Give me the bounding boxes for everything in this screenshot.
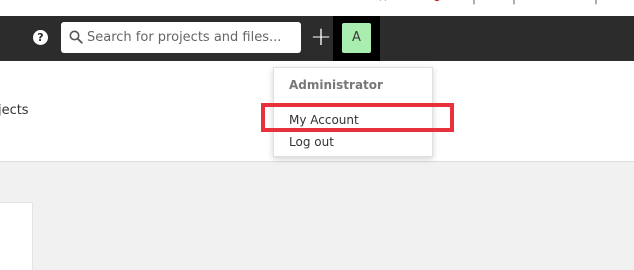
projects-heading[interactable]: ojects (0, 103, 29, 118)
search-box[interactable] (61, 22, 301, 53)
help-icon[interactable]: ? (33, 30, 48, 45)
search-input[interactable] (87, 22, 297, 53)
dropdown-header-username: Administrator (289, 78, 383, 92)
browser-toolbar-strip: ☆ ● │ │ │ (0, 0, 634, 16)
search-icon (69, 30, 83, 44)
highlight-annotation (261, 103, 454, 132)
log-out-menu-item[interactable]: Log out (289, 135, 334, 149)
add-new-button[interactable]: + (309, 24, 333, 52)
toolbar-separator: │ (470, 0, 478, 5)
extension-icon[interactable]: ● (433, 0, 441, 5)
toolbar-separator: │ (510, 0, 518, 5)
account-menu-toggle[interactable]: A (333, 16, 380, 61)
toolbar-separator: │ (592, 0, 600, 5)
content-card (0, 202, 33, 270)
avatar[interactable]: A (342, 23, 371, 53)
top-navbar: ? + A (0, 16, 634, 61)
bookmark-star-icon[interactable]: ☆ (377, 0, 389, 5)
